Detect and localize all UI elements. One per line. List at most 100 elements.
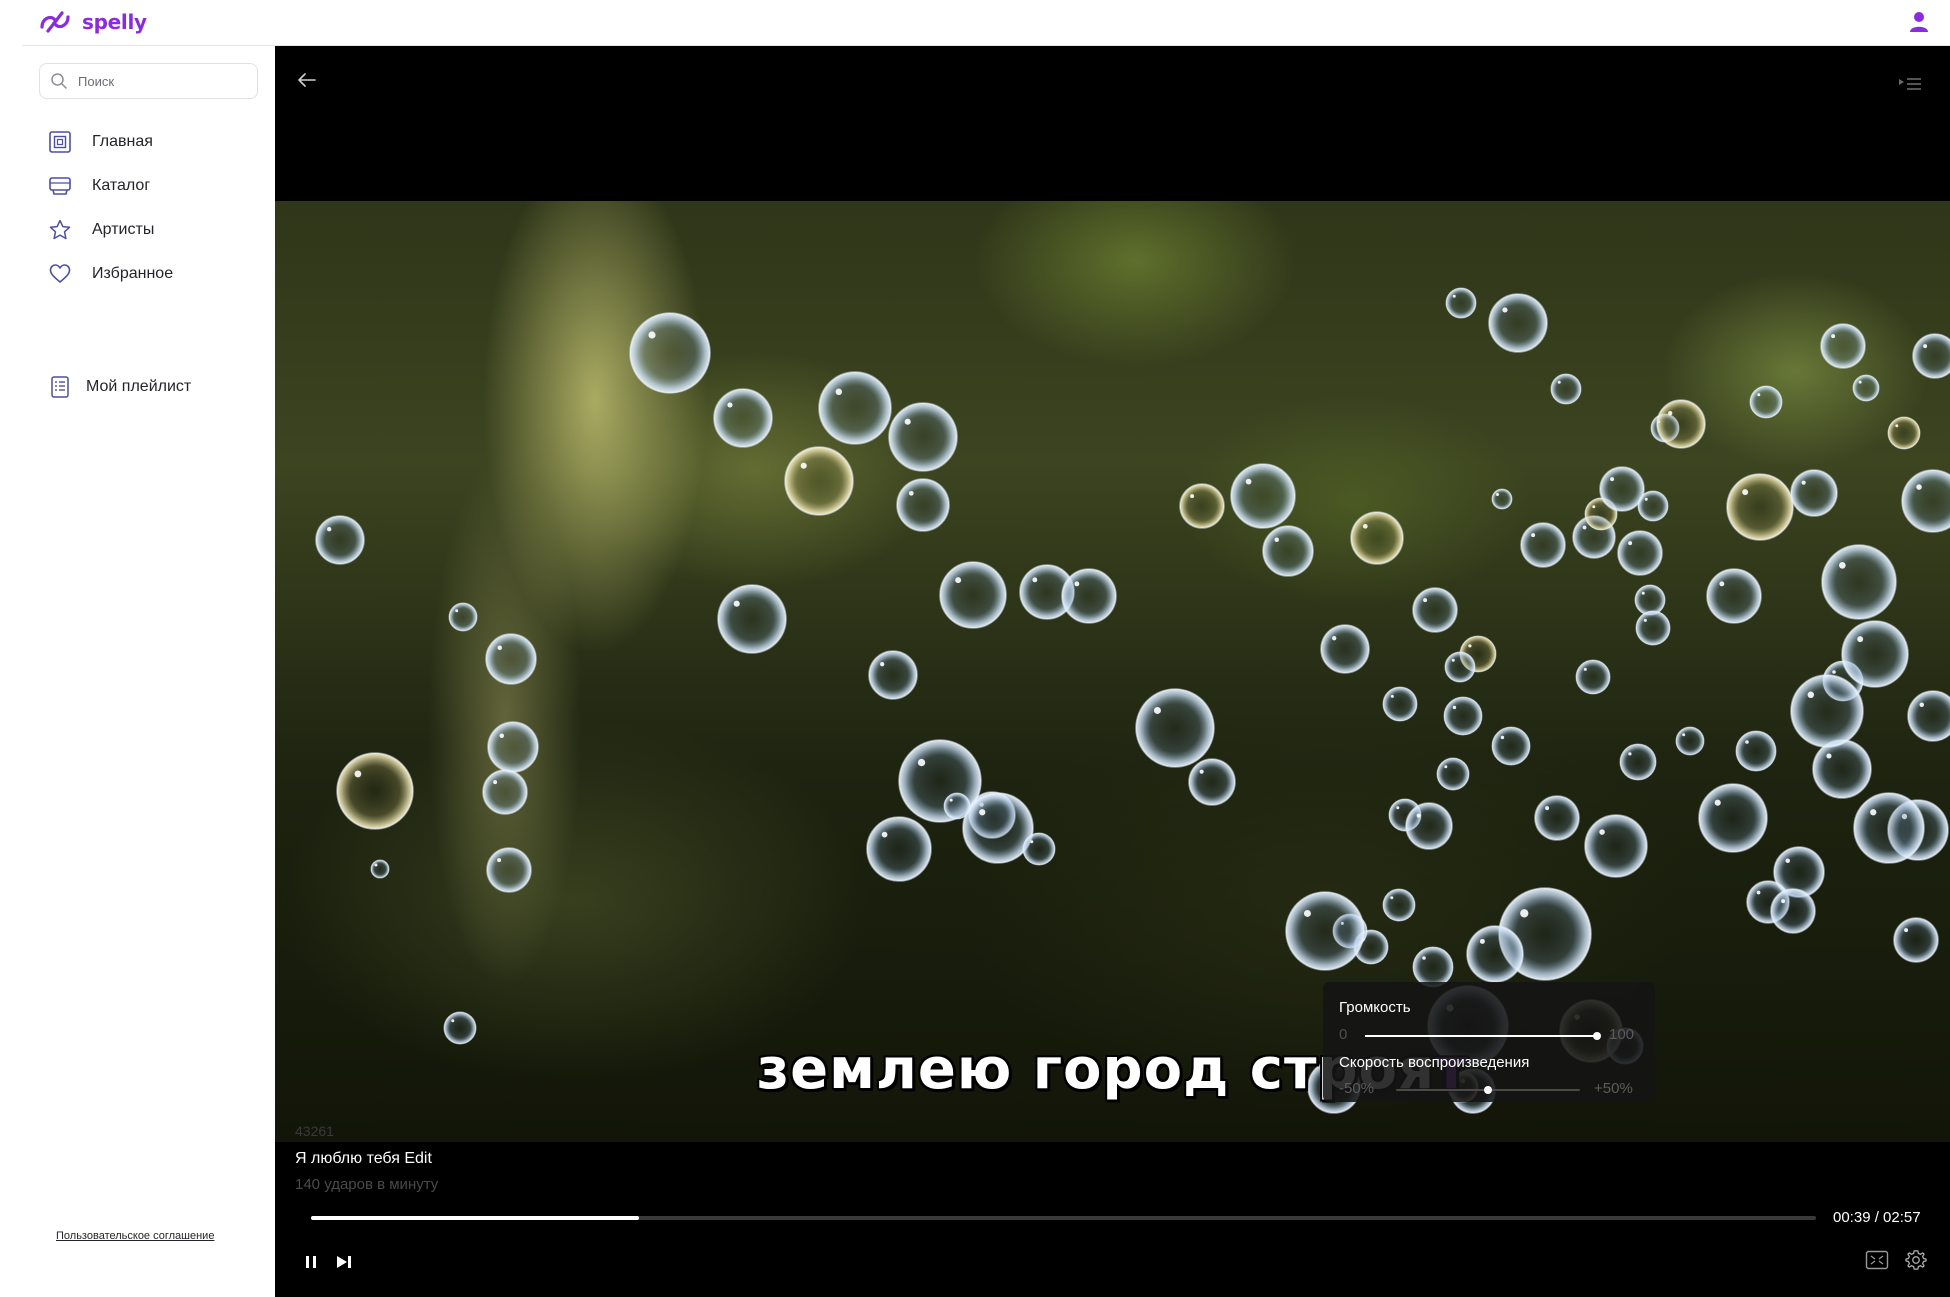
sidebar-item-label: Каталог (92, 177, 151, 194)
bubble (1912, 333, 1950, 379)
bubble-highlight (1030, 840, 1034, 844)
bubble (1412, 587, 1458, 633)
app-name: spelly (82, 10, 147, 34)
bubble-highlight (880, 662, 885, 667)
volume-min: 0 (1339, 1026, 1348, 1043)
bubble (1575, 659, 1611, 695)
sidebar-item-catalog[interactable]: Каталог (48, 172, 150, 200)
bubble (487, 721, 539, 773)
logo[interactable]: spelly (38, 9, 147, 35)
playback-speed-slider[interactable] (1396, 1086, 1580, 1094)
bubble-highlight (1451, 658, 1455, 662)
fullscreen-icon[interactable] (1865, 1250, 1889, 1270)
bubble-highlight (1831, 334, 1836, 339)
bubble (1675, 726, 1705, 756)
video-player: землею город строят 43261 Я люблю тебя E… (275, 46, 1950, 1297)
playlist-queue-icon[interactable] (1897, 74, 1923, 94)
video-frame[interactable]: землею город строят (275, 201, 1950, 1142)
bubble-highlight (733, 600, 740, 607)
bubble-highlight (1592, 505, 1596, 509)
sidebar-item-home[interactable]: Главная (48, 128, 153, 156)
back-arrow-icon[interactable] (295, 68, 319, 92)
progress-bar[interactable] (311, 1216, 1816, 1220)
bubble-highlight (1719, 581, 1725, 587)
pause-icon[interactable] (303, 1254, 319, 1270)
bubble (1617, 530, 1663, 576)
bubble-highlight (881, 831, 888, 838)
bubble-highlight (1390, 896, 1394, 900)
sidebar-item-label: Главная (92, 133, 153, 150)
bubble (1790, 674, 1864, 748)
bubble (1135, 688, 1215, 768)
bubble (1821, 544, 1897, 620)
bubble (482, 769, 528, 815)
star-icon (48, 218, 72, 242)
bubble-highlight (1923, 344, 1928, 349)
gear-icon[interactable] (1905, 1249, 1927, 1271)
bubble (866, 816, 932, 882)
volume-slider-thumb[interactable] (1593, 1032, 1601, 1040)
bubble-highlight (1832, 670, 1836, 674)
bubble-highlight (1190, 494, 1195, 499)
bubble-highlight (1781, 899, 1786, 904)
user-agreement-link[interactable]: Пользовательское соглашение (56, 1230, 214, 1242)
track-bpm: 140 ударов в минуту (295, 1176, 439, 1193)
bubble-highlight (1422, 956, 1426, 960)
bubble (1841, 620, 1909, 688)
bubble (1852, 374, 1880, 402)
bubble-highlight (1557, 380, 1561, 384)
bubble (1488, 293, 1548, 353)
bubble (1491, 488, 1513, 510)
bubble-highlight (1599, 829, 1605, 835)
bubble-highlight (1785, 858, 1790, 863)
bubble (1445, 287, 1477, 319)
bubble (1550, 373, 1582, 405)
bubble (1893, 917, 1939, 963)
playback-speed-slider-thumb[interactable] (1484, 1086, 1492, 1094)
sidebar-item-my-playlist[interactable]: Мой плейлист (48, 373, 191, 401)
bubble-highlight (1801, 480, 1806, 485)
bubble (1382, 686, 1418, 722)
bubble-highlight (1904, 928, 1909, 933)
soap-bubbles-scene (315, 287, 1950, 1114)
bubble (1790, 469, 1838, 517)
bubble-highlight (497, 858, 502, 863)
bubble-highlight (1644, 497, 1648, 501)
bubble-highlight (1682, 733, 1686, 737)
volume-label: Громкость (1339, 999, 1411, 1016)
bubble (1907, 690, 1950, 742)
bubble (448, 602, 478, 632)
speed-label: Скорость воспроизведения (1339, 1054, 1530, 1071)
time-display: 00:39 / 02:57 (1833, 1209, 1921, 1226)
bubble-highlight (800, 462, 807, 469)
bubble-highlight (1500, 735, 1505, 740)
bubble (943, 792, 971, 820)
sidebar-item-favorites[interactable]: Избранное (48, 260, 173, 288)
bubble-highlight (455, 609, 459, 613)
bubble (1901, 469, 1950, 533)
bubble (1637, 490, 1669, 522)
sidebar-item-artists[interactable]: Артисты (48, 216, 154, 244)
skip-next-icon[interactable] (335, 1254, 353, 1270)
progress-fill (311, 1216, 640, 1220)
bubble (1520, 522, 1566, 568)
bubble (717, 584, 787, 654)
bubble (1726, 473, 1794, 541)
bubble (1350, 511, 1404, 565)
bubble-highlight (1153, 706, 1161, 714)
bubble (1656, 399, 1706, 449)
bubble (1285, 891, 1365, 971)
bubble-highlight (1396, 806, 1400, 810)
volume-slider[interactable] (1365, 1032, 1601, 1040)
bubble-highlight (1390, 694, 1394, 698)
search-box[interactable] (39, 63, 258, 99)
bubble (1061, 568, 1117, 624)
bubble (1405, 802, 1453, 850)
bubble-highlight (1807, 691, 1815, 699)
bubble-highlight (908, 490, 914, 496)
search-input[interactable] (78, 73, 248, 89)
bubble (486, 847, 532, 893)
bubble (1491, 726, 1531, 766)
user-avatar-icon[interactable] (1908, 10, 1930, 34)
player-settings-panel: Громкость 0 100 Скорость воспроизведения… (1323, 982, 1655, 1102)
